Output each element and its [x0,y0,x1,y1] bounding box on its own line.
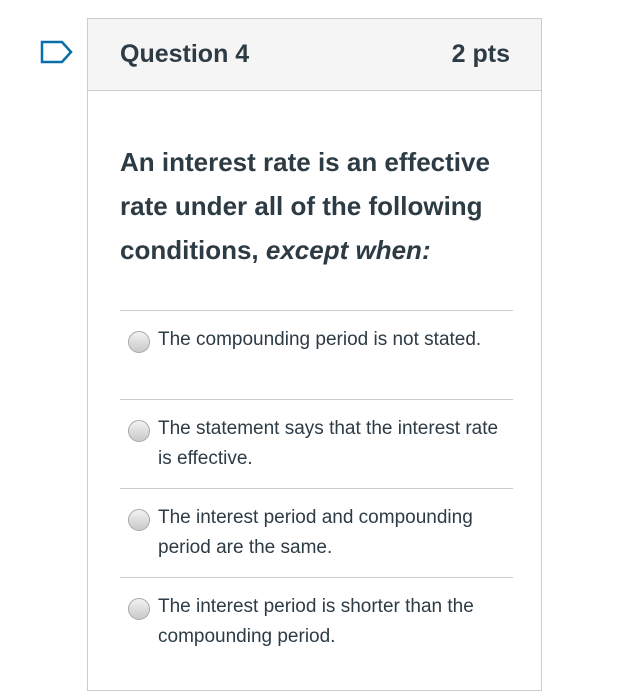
answer-label[interactable]: The interest period and compounding peri… [158,503,503,563]
radio-button[interactable] [128,331,150,353]
answer-label[interactable]: The interest period is shorter than the … [158,592,503,652]
question-body: An interest rate is an effective rate un… [88,91,541,666]
answer-label[interactable]: The statement says that the interest rat… [158,414,503,474]
question-text-emphasis: except when: [265,235,431,265]
answer-option[interactable]: The compounding period is not stated. [120,310,513,399]
radio-button[interactable] [128,509,150,531]
radio-button[interactable] [128,420,150,442]
quiz-page: Question 4 2 pts An interest rate is an … [0,0,633,700]
answer-option[interactable]: The interest period and compounding peri… [120,488,513,577]
question-points: 2 pts [451,40,510,68]
answer-option[interactable]: The interest period is shorter than the … [120,577,513,666]
answer-option[interactable]: The statement says that the interest rat… [120,399,513,488]
answer-list: The compounding period is not stated. Th… [120,310,513,666]
radio-button[interactable] [128,598,150,620]
question-card: Question 4 2 pts An interest rate is an … [87,18,542,691]
question-text: An interest rate is an effective rate un… [120,140,513,272]
bookmark-icon[interactable] [40,40,74,64]
answer-label[interactable]: The compounding period is not stated. [158,325,481,355]
question-title: Question 4 [120,40,250,68]
question-header: Question 4 2 pts [88,19,541,91]
